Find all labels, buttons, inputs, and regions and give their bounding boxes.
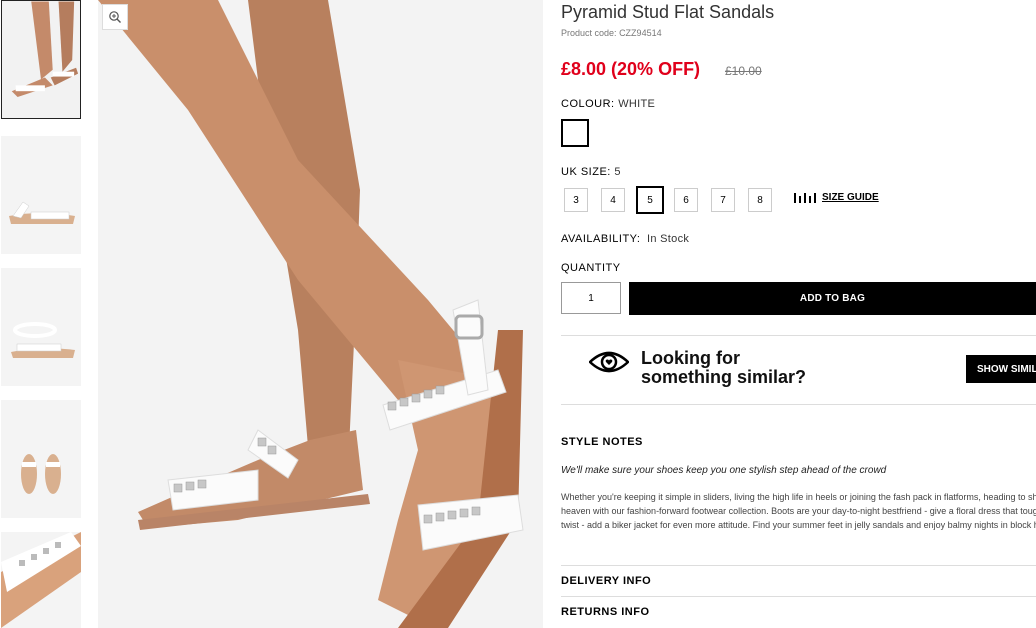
thumbnail-1[interactable] [1,0,81,119]
show-similar-button[interactable]: SHOW SIMILAR [966,355,1036,383]
thumbnail-image [2,1,80,118]
availability-label: AVAILABILITY: [561,233,641,245]
zoom-button[interactable] [102,4,128,30]
thumbnail-gallery [0,0,84,628]
colour-label: COLOUR: [561,98,615,110]
similar-heading: Looking for something similar? [641,349,841,387]
style-notes-lead: We'll make sure your shoes keep you one … [561,465,887,476]
divider [561,565,1036,566]
divider [561,335,1036,336]
quantity-label: QUANTITY [561,262,621,274]
thumbnail-image [1,400,81,518]
delivery-info-heading[interactable]: DELIVERY INFO [561,575,651,587]
product-code-label: Product code: [561,28,617,38]
product-title: Pyramid Stud Flat Sandals [561,2,775,22]
eye-heart-icon [588,351,630,373]
colour-label-row: COLOUR: WHITE [561,98,655,110]
size-label: UK SIZE: [561,166,611,178]
add-to-bag-button[interactable]: ADD TO BAG [629,282,1036,315]
colour-swatch-white[interactable] [561,119,589,147]
thumbnail-2[interactable] [1,136,81,254]
thumbnail-4[interactable] [1,400,81,518]
similar-line-1: Looking for [641,348,740,368]
thumbnail-image [1,532,81,628]
availability-value: In Stock [647,233,690,245]
colour-value: WHITE [618,98,656,110]
product-code: Product code: CZZ94514 [561,28,662,38]
quantity-input[interactable]: 1 [561,282,621,314]
size-label-row: UK SIZE: 5 [561,166,621,178]
size-option-6[interactable]: 6 [674,188,698,212]
zoom-in-icon [109,11,121,23]
size-value: 5 [614,166,621,178]
thumbnail-5[interactable] [1,532,81,628]
original-price: £10.00 [725,64,762,78]
size-option-3[interactable]: 3 [564,188,588,212]
size-option-5[interactable]: 5 [636,186,664,214]
thumbnail-image [1,136,81,254]
sandal-photo [98,0,543,628]
divider [561,404,1036,405]
size-option-7[interactable]: 7 [711,188,735,212]
thumbnail-3[interactable] [1,268,81,386]
returns-info-heading[interactable]: RETURNS INFO [561,606,650,618]
main-product-image [98,0,543,628]
size-guide-label: SIZE GUIDE [822,191,879,203]
style-notes-heading[interactable]: STYLE NOTES [561,436,643,448]
similar-promo [588,350,630,379]
availability-row: AVAILABILITY: In Stock [561,233,689,245]
similar-line-2: something similar? [641,367,807,387]
size-guide-link[interactable]: SIZE GUIDE [794,191,879,203]
style-notes-body: Whether you're keeping it simple in slid… [561,492,1036,530]
sale-price: £8.00 (20% OFF) [561,59,701,79]
divider [561,596,1036,597]
ruler-icon [794,193,816,203]
size-option-8[interactable]: 8 [748,188,772,212]
thumbnail-image [1,268,81,386]
size-option-4[interactable]: 4 [601,188,625,212]
product-code-value: CZZ94514 [619,28,662,38]
